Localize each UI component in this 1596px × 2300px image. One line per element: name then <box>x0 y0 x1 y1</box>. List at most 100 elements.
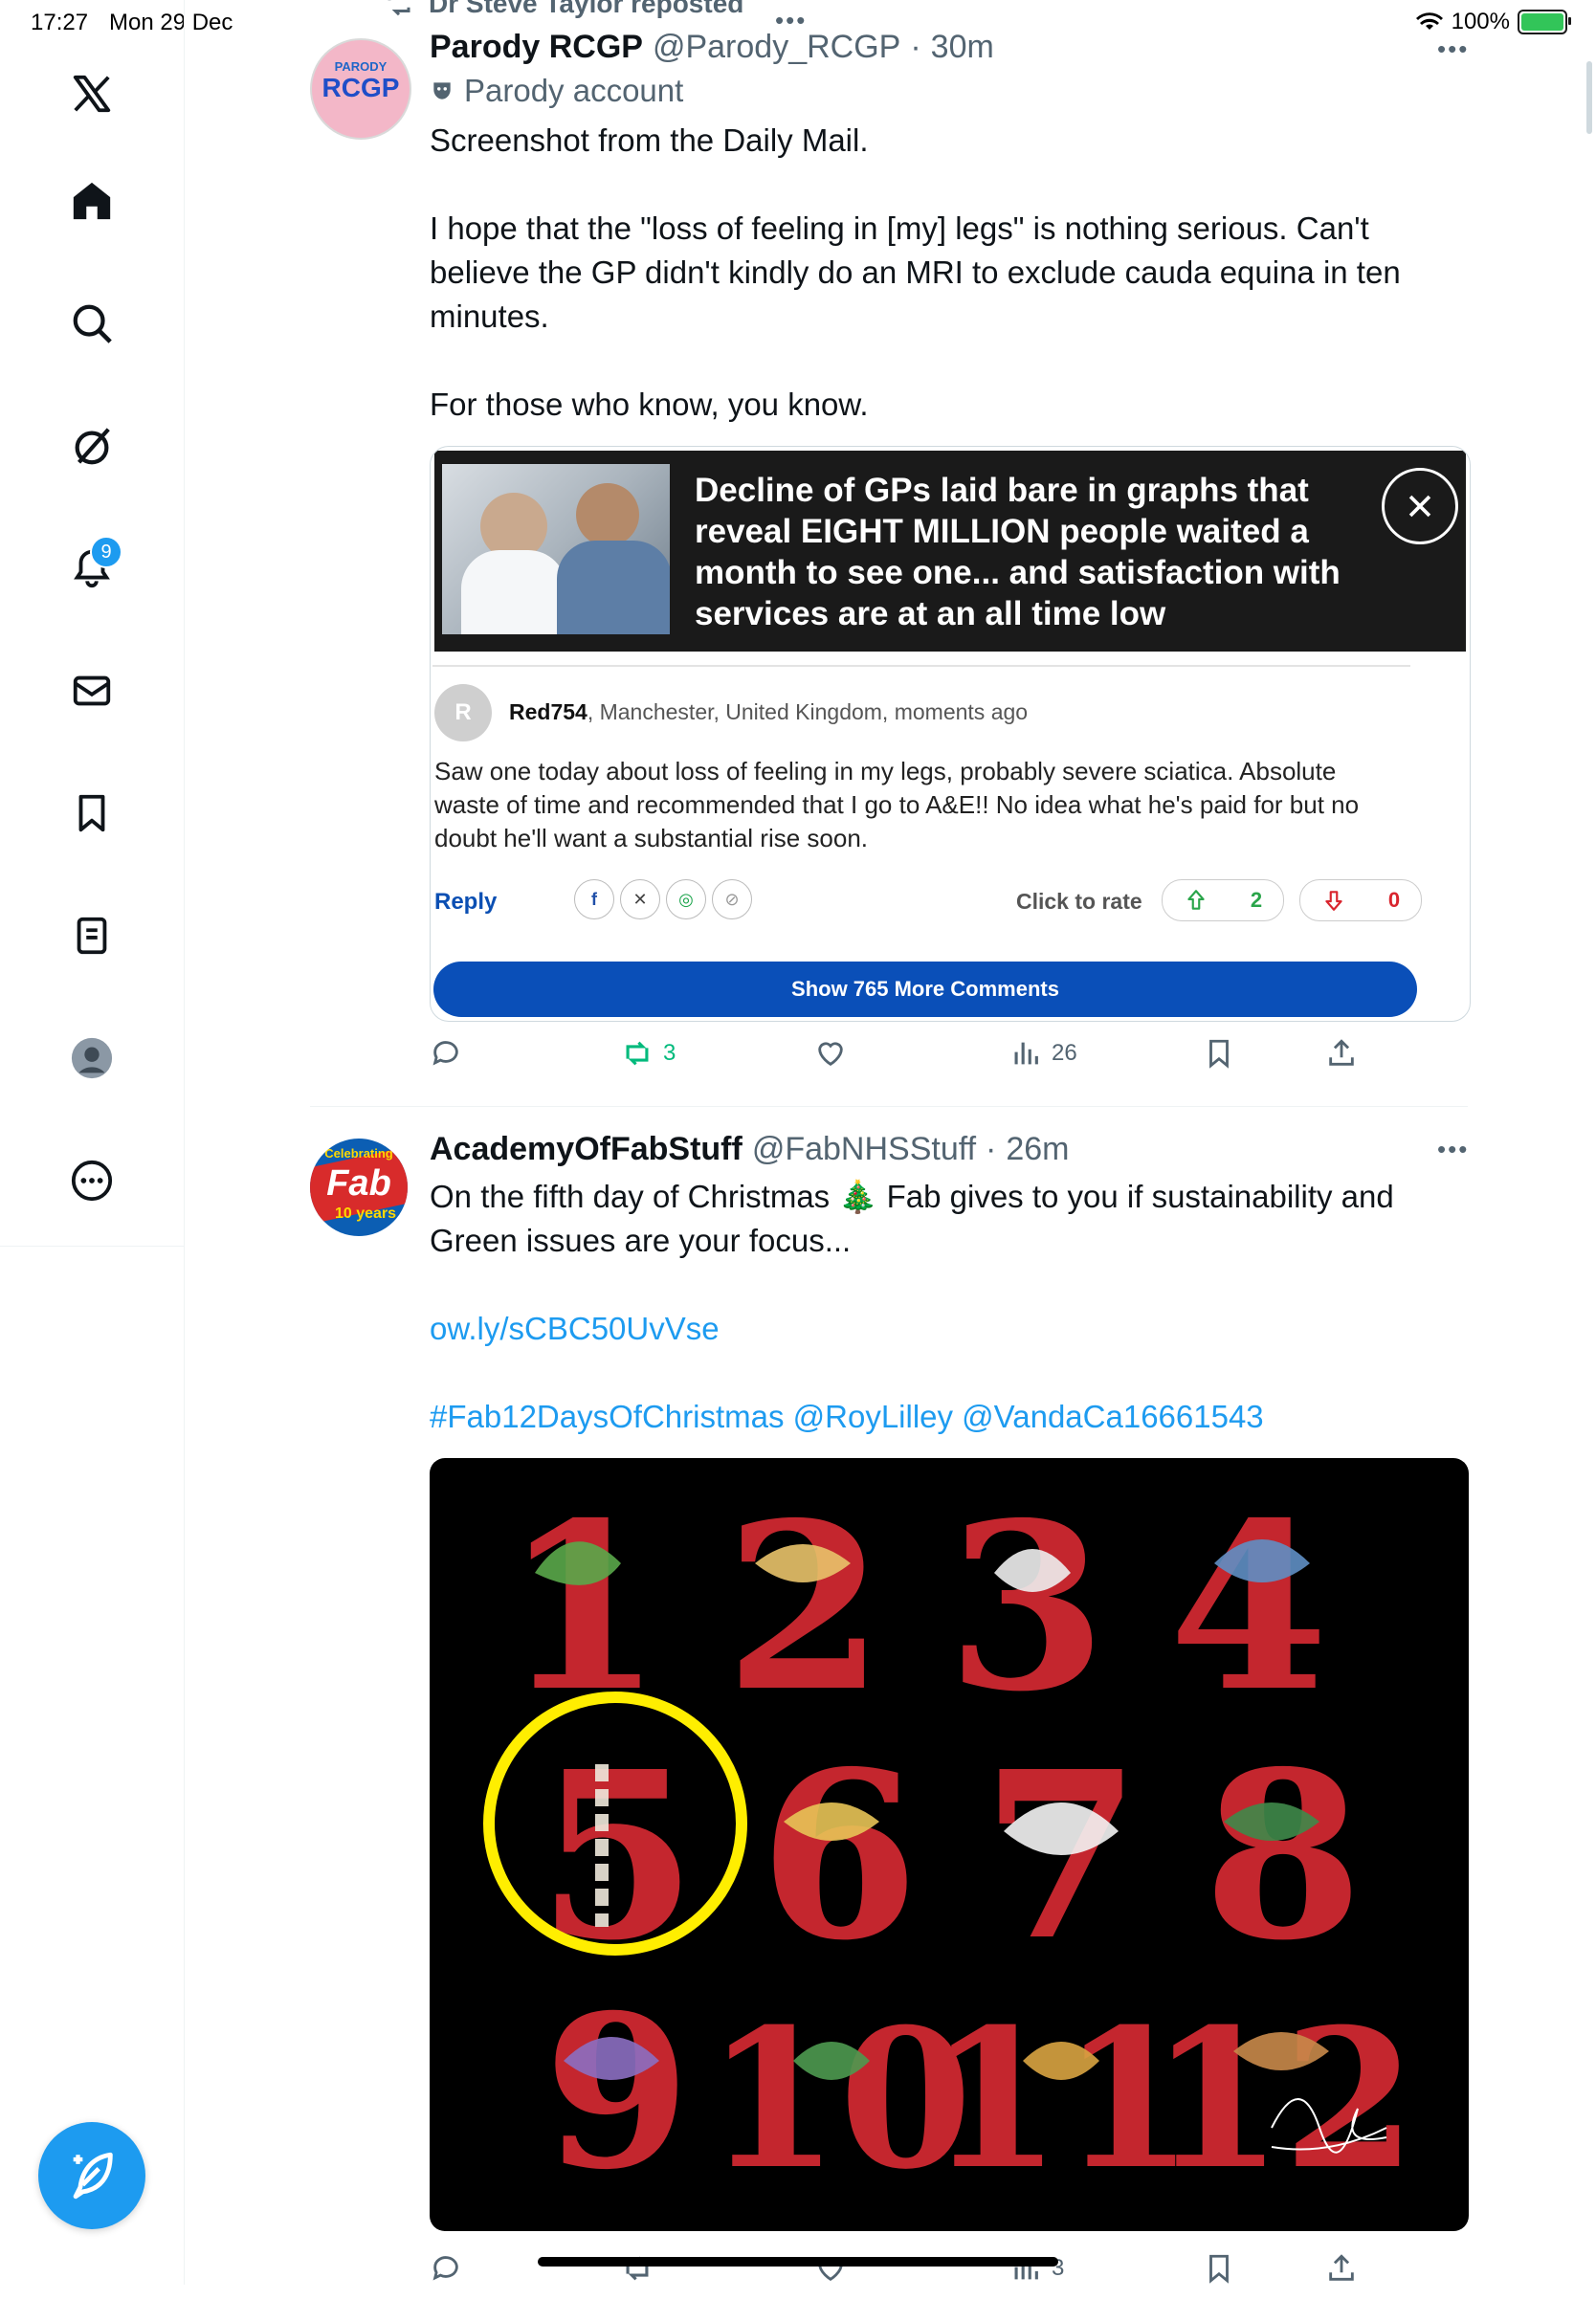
tweet-header: AcademyOfFabStuff @FabNHSStuff · 26m <box>430 1131 1070 1168</box>
reply-button[interactable] <box>430 2252 462 2285</box>
avatar[interactable]: Celebrating Fab 10 years <box>310 1139 408 1236</box>
bookmark-button[interactable] <box>1203 1037 1235 1070</box>
comment-divider <box>432 665 1410 667</box>
x-share-icon: ✕ <box>620 879 660 919</box>
reply-icon <box>432 1041 458 1066</box>
notifications-icon[interactable]: 9 <box>54 530 130 607</box>
messages-icon[interactable] <box>54 652 130 729</box>
upvote-pill: 2 <box>1162 879 1284 921</box>
twelve-days-artwork: 1 2 3 4 5 6 7 8 9 10 11 12 <box>483 1472 1416 2216</box>
home-indicator[interactable] <box>538 2257 1058 2267</box>
close-icon <box>1382 468 1458 544</box>
tweet-time[interactable]: 26m <box>1006 1131 1069 1168</box>
comment-reply-label: Reply <box>434 889 498 915</box>
parody-label-text: Parody account <box>464 73 684 108</box>
search-icon[interactable] <box>54 285 130 362</box>
tweet-link[interactable]: ow.ly/sCBC50UvVse <box>430 1307 1453 1351</box>
tweet-divider <box>310 1106 1468 1107</box>
tweet-image-screenshot[interactable]: Decline of GPs laid bare in graphs that … <box>430 446 1471 1022</box>
repost-icon <box>388 0 410 16</box>
mask-icon <box>433 82 451 100</box>
retweet-icon <box>626 1041 649 1066</box>
tweet-more-icon[interactable]: ••• <box>1437 1135 1469 1164</box>
tweet-text-para3: For those who know, you know. <box>430 387 869 422</box>
number-9: 9 <box>543 1968 690 2216</box>
home-icon[interactable] <box>54 163 130 239</box>
tweet-text: On the fifth day of Christmas 🎄 Fab give… <box>430 1175 1453 1439</box>
tweet-more-icon[interactable]: ••• <box>1437 34 1469 64</box>
more-icon[interactable] <box>54 1142 130 1219</box>
rail-divider <box>0 1246 184 1247</box>
tweet-text-line1: Screenshot from the Daily Mail. <box>430 122 869 158</box>
number-3: 3 <box>947 1472 1107 1742</box>
repost-label[interactable]: Dr Steve Taylor reposted <box>429 0 743 19</box>
share-button[interactable] <box>1325 2252 1358 2285</box>
bookmark-icon <box>1209 2254 1229 2284</box>
share-icons: f ✕ ◎ ⊘ <box>574 879 752 919</box>
avatar-celebrating-text: Celebrating <box>324 1146 393 1161</box>
profile-icon[interactable] <box>54 1020 130 1096</box>
x-logo-icon[interactable] <box>54 55 130 132</box>
views-count: 26 <box>1052 1040 1077 1066</box>
number-7: 7 <box>982 1721 1142 1991</box>
article-headline: Decline of GPs laid bare in graphs that … <box>695 472 1341 632</box>
number-6: 6 <box>760 1721 920 1991</box>
heart-icon <box>818 1042 843 1067</box>
display-name[interactable]: AcademyOfFabStuff <box>430 1131 743 1168</box>
show-more-comments: Show 765 More Comments <box>433 962 1417 1017</box>
compose-button[interactable] <box>38 2122 145 2229</box>
bookmark-button[interactable] <box>1203 2252 1235 2285</box>
reply-icon <box>432 2256 458 2281</box>
parody-label: Parody account <box>430 73 683 109</box>
avatar-fab-text: Fab <box>326 1163 391 1204</box>
click-to-rate-label: Click to rate <box>1016 889 1142 914</box>
separator-dot: · <box>910 29 921 65</box>
compose-feather-icon <box>73 2152 113 2200</box>
tweet-text-para2: I hope that the "loss of feeling in [my]… <box>430 210 1401 334</box>
views-button[interactable]: 26 <box>1009 1037 1077 1070</box>
share-icon <box>1329 2254 1354 2281</box>
tweet-text: Screenshot from the Daily Mail. I hope t… <box>430 119 1453 427</box>
retweet-button[interactable]: 3 <box>621 1037 676 1070</box>
avatar-rcgp-text: RCGP <box>321 73 400 102</box>
lists-icon[interactable] <box>54 897 130 974</box>
thumb-up-arrow-icon <box>1187 890 1205 910</box>
avatar-10-years-text: 10 years <box>334 1205 397 1222</box>
avatar[interactable]: PARODY RCGP <box>310 38 411 140</box>
number-8: 8 <box>1204 1721 1363 1991</box>
commenter-name: Red754 <box>509 699 587 724</box>
link-icon: ⊘ <box>712 879 752 919</box>
user-handle[interactable]: @FabNHSStuff <box>752 1131 976 1168</box>
reply-button[interactable] <box>430 1037 462 1070</box>
bookmark-icon <box>1209 1039 1229 1069</box>
tweet-actions: 3 26 <box>430 1037 1402 1085</box>
repost-header: Dr Steve Taylor reposted <box>383 0 743 19</box>
tweet-text-line1: On the fifth day of Christmas 🎄 Fab give… <box>430 1179 1394 1258</box>
like-button[interactable] <box>814 1037 847 1070</box>
left-nav-rail: 9 <box>0 0 185 2285</box>
display-name[interactable]: Parody RCGP <box>430 29 643 66</box>
retweet-count: 3 <box>663 1040 676 1066</box>
share-icon <box>1329 1039 1354 1066</box>
number-12: 12 <box>1150 1987 1416 2212</box>
whatsapp-icon: ◎ <box>666 879 706 919</box>
comment-text: Saw one today about loss of feeling in m… <box>434 757 1360 852</box>
bookmarks-icon[interactable] <box>54 775 130 851</box>
number-4: 4 <box>1169 1472 1329 1742</box>
article-banner: Decline of GPs laid bare in graphs that … <box>434 451 1466 652</box>
user-handle[interactable]: @Parody_RCGP <box>653 29 900 66</box>
grok-icon[interactable] <box>54 408 130 484</box>
scrollbar[interactable] <box>1586 61 1592 134</box>
number-2: 2 <box>725 1472 885 1742</box>
separator-dot: · <box>986 1131 997 1167</box>
facebook-icon: f <box>574 879 614 919</box>
upvote-count: 2 <box>1250 888 1263 912</box>
tweet-hashtags-mentions[interactable]: #Fab12DaysOfChristmas @RoyLilley @VandaC… <box>430 1395 1453 1439</box>
tweet-time[interactable]: 30m <box>931 29 994 66</box>
downvote-count: 0 <box>1387 888 1401 912</box>
tweet-image-christmas[interactable]: 1 2 3 4 5 6 7 8 9 10 11 12 <box>430 1458 1469 2231</box>
share-button[interactable] <box>1325 1037 1358 1070</box>
tweet-header: Parody RCGP @Parody_RCGP · 30m <box>430 29 994 66</box>
commenter-avatar: R <box>434 684 492 741</box>
article-photo <box>442 464 670 634</box>
